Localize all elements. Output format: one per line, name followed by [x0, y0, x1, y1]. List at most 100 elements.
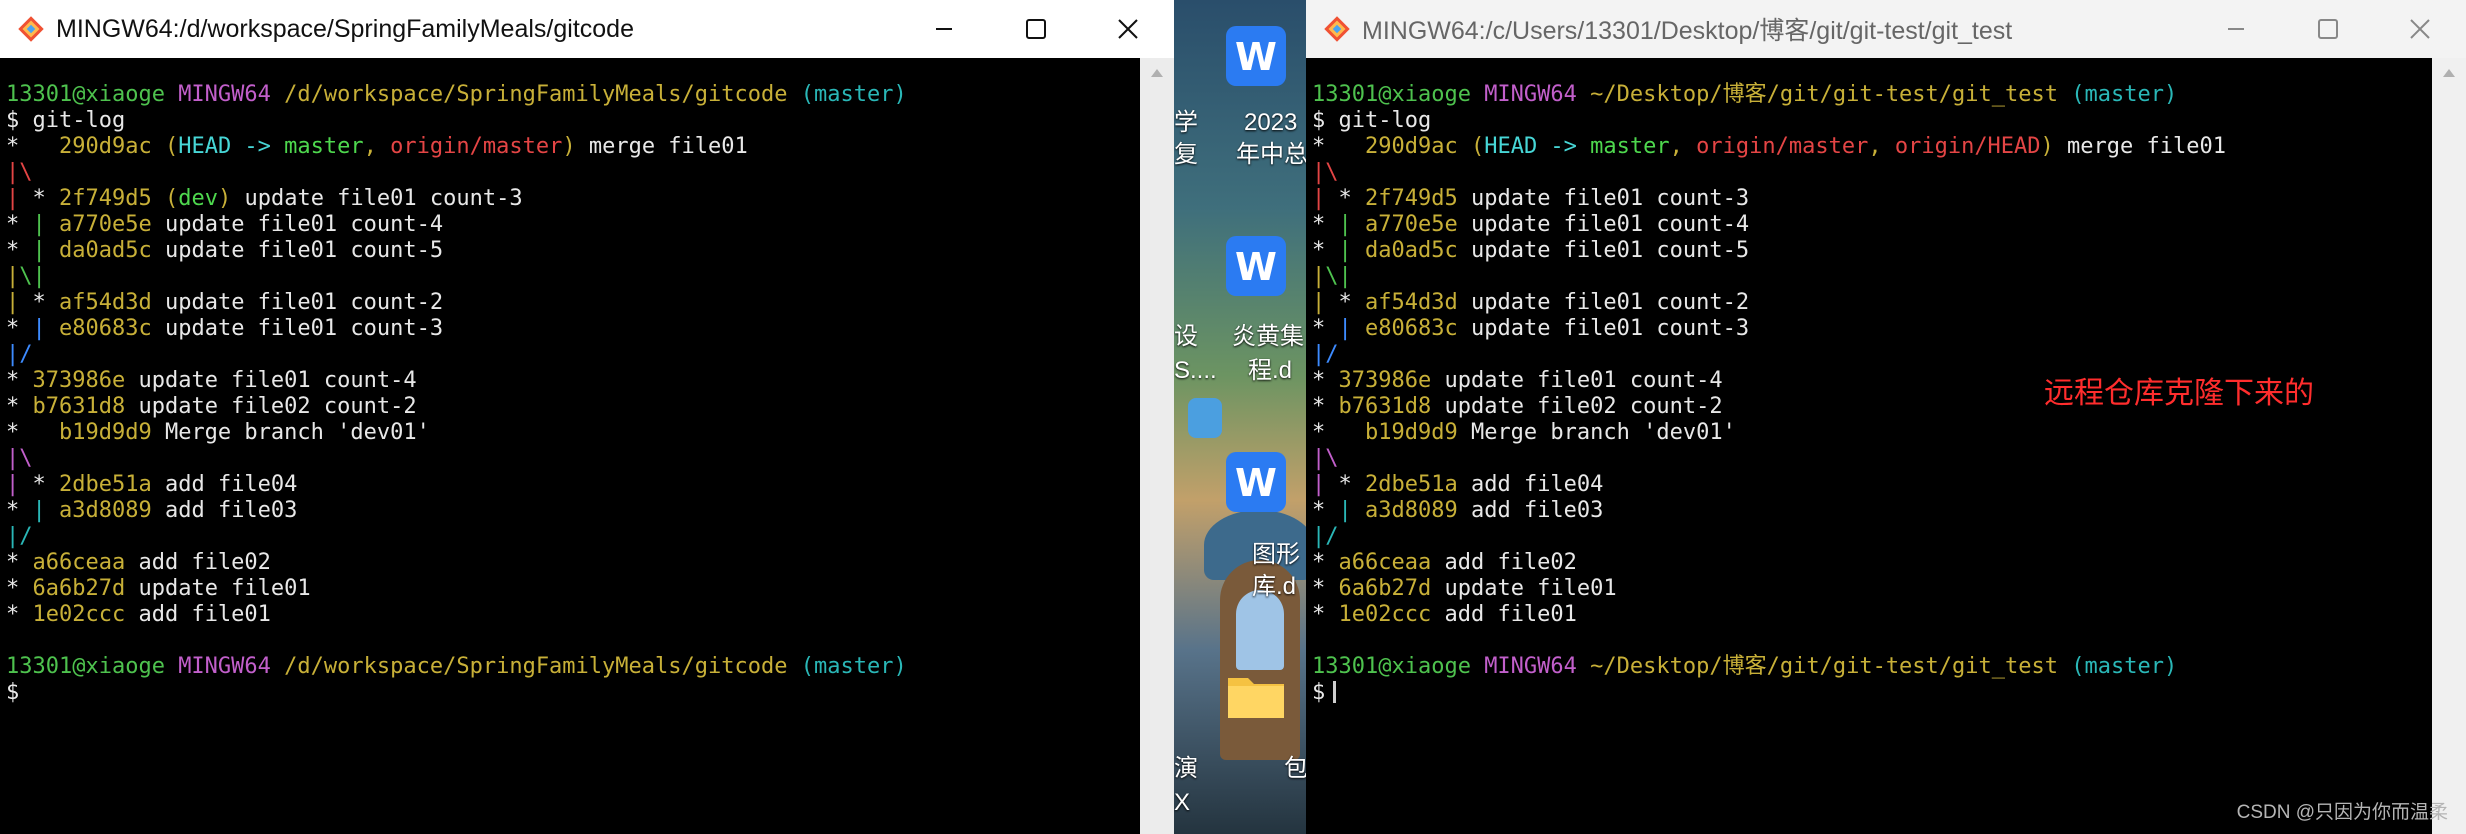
terminal-text: |/: [6, 342, 33, 367]
terminal-text: 13301@xiaoge: [6, 654, 179, 679]
terminal-line: |\: [1312, 160, 2226, 186]
terminal-text: |\: [6, 446, 33, 471]
terminal-text: /d/workspace/SpringFamilyMeals/gitcode: [284, 82, 788, 107]
desktop-icon-label: 图形: [1252, 541, 1300, 568]
folder-icon[interactable]: [1222, 660, 1290, 728]
terminal-text: update file01 count-3: [231, 186, 523, 211]
terminal-window-right[interactable]: MINGW64:/c/Users/13301/Desktop/博客/git/gi…: [1306, 0, 2466, 834]
terminal-text: a3d8089: [59, 498, 152, 523]
terminal-text: *: [6, 368, 33, 393]
terminal-text: update file01 count-2: [1457, 290, 1750, 315]
terminal-text: *: [6, 576, 33, 601]
terminal-line: | * 2f749d5 update file01 count-3: [1312, 186, 2226, 212]
terminal-text: *: [6, 394, 33, 419]
terminal-text: 13301@xiaoge: [1312, 654, 1485, 679]
terminal-text: origin/master: [390, 134, 563, 159]
terminal-text: update file01 count-2: [151, 290, 444, 315]
terminal-text: e80683c: [59, 316, 152, 341]
desktop-icon-label: 包: [1284, 755, 1306, 782]
minimize-button[interactable]: [898, 0, 990, 58]
terminal-text: Merge branch 'dev01': [151, 420, 430, 445]
terminal-text: update file01 count-4: [1457, 212, 1750, 237]
close-icon: [2410, 19, 2430, 39]
terminal-text: *: [1312, 394, 1339, 419]
terminal-text: $ git-log: [1312, 108, 1432, 133]
terminal-text: master: [1590, 134, 1670, 159]
terminal-line: * 6a6b27d update file01: [6, 576, 907, 602]
scrollbar[interactable]: [1140, 58, 1174, 834]
wps-writer-icon[interactable]: W: [1222, 448, 1290, 516]
terminal-text: 2f749d5: [1365, 186, 1458, 211]
triangle-up-icon: [1151, 69, 1163, 77]
terminal-line: * | a3d8089 add file03: [1312, 498, 2226, 524]
desktop-icon-label: 设: [1174, 323, 1198, 350]
terminal-line: * | a770e5e update file01 count-4: [1312, 212, 2226, 238]
terminal-text: |: [32, 264, 46, 289]
terminal-text: (: [1457, 134, 1485, 159]
terminal-line: | * af54d3d update file01 count-2: [1312, 290, 2226, 316]
scroll-up-button[interactable]: [1140, 62, 1174, 84]
terminal-text: update file01 count-3: [151, 316, 444, 341]
terminal-text: 2dbe51a: [59, 472, 152, 497]
terminal-text: merge file01: [575, 134, 748, 159]
wps-writer-icon[interactable]: W: [1222, 232, 1290, 300]
close-button[interactable]: [1082, 0, 1174, 58]
terminal-line: 13301@xiaoge MINGW64 ~/Desktop/博客/git/gi…: [1312, 82, 2226, 108]
title-bar[interactable]: MINGW64:/c/Users/13301/Desktop/博客/git/gi…: [1306, 0, 2466, 58]
terminal-text: MINGW64: [178, 654, 285, 679]
terminal-line: * a66ceaa add file02: [1312, 550, 2226, 576]
terminal-text: \: [19, 264, 33, 289]
scrollbar[interactable]: [2432, 58, 2466, 834]
terminal-text: b19d9d9: [58, 420, 152, 445]
terminal-text: a3d8089: [1365, 498, 1458, 523]
terminal-text: HEAD ->: [178, 134, 285, 159]
terminal-text: 1e02ccc: [32, 602, 126, 627]
terminal-text: |: [1338, 212, 1365, 237]
window-title: MINGW64:/d/workspace/SpringFamilyMeals/g…: [56, 14, 634, 43]
terminal-line: 13301@xiaoge MINGW64 ~/Desktop/博客/git/gi…: [1312, 654, 2226, 680]
maximize-button[interactable]: [2282, 0, 2374, 58]
terminal-text: 13301@xiaoge: [1312, 82, 1485, 107]
terminal-line: * 1e02ccc add file01: [1312, 602, 2226, 628]
terminal-text: add file02: [1431, 550, 1577, 575]
title-bar[interactable]: MINGW64:/d/workspace/SpringFamilyMeals/g…: [0, 0, 1174, 58]
terminal-text: merge file01: [2053, 134, 2226, 159]
terminal-line: * | a770e5e update file01 count-4: [6, 212, 907, 238]
terminal-text: 13301@xiaoge: [6, 82, 179, 107]
terminal-window-left[interactable]: MINGW64:/d/workspace/SpringFamilyMeals/g…: [0, 0, 1174, 834]
text-cursor: [1333, 681, 1337, 703]
terminal-line: * 290d9ac (HEAD -> master, origin/master…: [6, 134, 907, 160]
maximize-button[interactable]: [990, 0, 1082, 58]
desktop-icon-label: 库.d: [1252, 573, 1297, 600]
terminal-line: * 290d9ac (HEAD -> master, origin/master…: [1312, 134, 2226, 160]
terminal-text: a66ceaa: [32, 550, 126, 575]
close-icon: [1118, 19, 1138, 39]
terminal-text: update file01 count-3: [1457, 186, 1750, 211]
desktop-background: W W W 学 复 2023 年中总 设 S.... 炎黄集 程.d 图形 库.…: [1174, 0, 1306, 834]
scroll-up-button[interactable]: [2432, 62, 2466, 84]
desktop-icon-label: 复: [1174, 141, 1198, 168]
terminal-lines: 13301@xiaoge MINGW64 /d/workspace/Spring…: [6, 82, 907, 706]
terminal-text: origin/HEAD: [1894, 134, 2041, 159]
terminal-line: * a66ceaa add file02: [6, 550, 907, 576]
terminal-text: update file02 count-2: [125, 394, 417, 419]
annotation-text: 远程仓库克隆下来的: [2044, 377, 2314, 410]
terminal-text: ~/Desktop/博客/git/git-test/git_test: [1590, 82, 2059, 107]
terminal-text: 373986e: [1338, 368, 1432, 393]
terminal-text: *: [6, 238, 33, 263]
close-button[interactable]: [2374, 0, 2466, 58]
terminal-text: |: [32, 316, 59, 341]
desktop-icon-label: 2023: [1244, 109, 1298, 136]
terminal-output[interactable]: 13301@xiaoge MINGW64 /d/workspace/Spring…: [0, 58, 1140, 834]
terminal-text: da0ad5c: [59, 238, 152, 263]
terminal-output[interactable]: 13301@xiaoge MINGW64 ~/Desktop/博客/git/gi…: [1306, 58, 2432, 834]
triangle-up-icon: [2443, 69, 2455, 77]
wps-writer-icon[interactable]: W: [1222, 22, 1290, 90]
minimize-button[interactable]: [2190, 0, 2282, 58]
terminal-text: *: [1312, 212, 1339, 237]
terminal-text: update file01: [125, 576, 311, 601]
terminal-text: |/: [6, 524, 33, 549]
terminal-line: $ git-log: [6, 108, 907, 134]
